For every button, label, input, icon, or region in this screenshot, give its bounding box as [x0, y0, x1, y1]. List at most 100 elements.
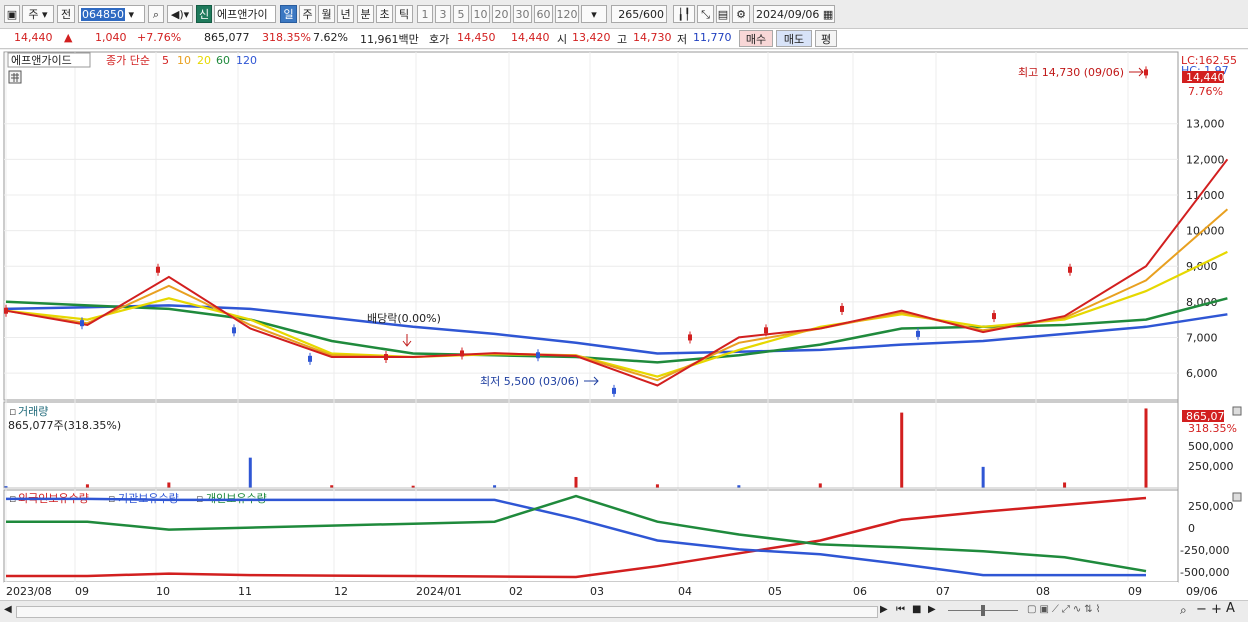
speaker-icon[interactable]: ◀)▾ — [167, 5, 193, 23]
volume-bar — [85, 484, 89, 488]
tab-month[interactable]: 월 — [318, 5, 335, 23]
count-max: /600 — [639, 8, 664, 21]
candle-body — [764, 327, 768, 334]
first-icon[interactable]: ⏮ — [896, 604, 905, 615]
candle-body — [536, 352, 540, 359]
ma-legend-5: 5 — [162, 54, 169, 67]
x-axis-label: 03 — [590, 585, 604, 598]
volume-bar — [900, 412, 904, 488]
gear-icon[interactable]: ⚙ — [732, 5, 750, 23]
interval-120[interactable]: 120 — [555, 5, 579, 23]
x-axis-label: 07 — [936, 585, 950, 598]
scroll-right-icon[interactable]: ▶ — [880, 604, 888, 615]
code-value: 064850 — [81, 8, 125, 21]
calendar-icon[interactable] — [8, 70, 22, 84]
change-pct: +7.76% — [137, 31, 182, 44]
interval-20[interactable]: 20 — [492, 5, 511, 23]
high-price: 14,730 — [633, 31, 672, 44]
individual-marker-icon: ▫ — [196, 492, 203, 505]
tab-year[interactable]: 년 — [337, 5, 354, 23]
tab-minute[interactable]: 분 — [357, 5, 374, 23]
tab-week[interactable]: 주 — [299, 5, 316, 23]
candle-body — [4, 307, 8, 314]
volume-panel — [3, 401, 1179, 489]
holding-axis-minus-500k: -500,000 — [1180, 566, 1229, 579]
eval-button[interactable]: 평 — [815, 30, 837, 47]
tab-second[interactable]: 초 — [376, 5, 393, 23]
ask-label: 호가 — [429, 33, 450, 46]
scroll-left-icon[interactable]: ◀ — [4, 604, 14, 618]
interval-30[interactable]: 30 — [513, 5, 532, 23]
volume-ratio: 318.35% — [262, 31, 311, 44]
count-field[interactable]: 265/600 — [611, 5, 667, 23]
x-axis-label: 04 — [678, 585, 692, 598]
candle-body — [156, 266, 160, 273]
stop-icon[interactable]: ■ — [912, 604, 921, 615]
candle-body — [840, 305, 844, 312]
candle-body — [232, 327, 236, 334]
text-size-icon[interactable]: A — [1226, 601, 1235, 616]
candle-body — [992, 313, 996, 320]
candle-body — [460, 350, 464, 357]
search-icon[interactable]: ⌕ — [148, 5, 164, 23]
volume-panel-close-icon[interactable] — [1232, 406, 1242, 416]
ma-legend-prefix: 종가 단순 — [106, 54, 150, 67]
candle-type-icon[interactable]: ╽╿ — [673, 5, 695, 23]
stock-name[interactable]: 에프앤가이 — [214, 5, 276, 23]
high-label: 고 — [617, 33, 628, 46]
play-icon[interactable]: ▶ — [928, 604, 936, 615]
buy-button[interactable]: 매수 — [739, 30, 773, 47]
low-label: 저 — [677, 33, 688, 46]
window-menu-icon[interactable]: ▣ — [4, 5, 20, 23]
zoom-in-icon[interactable]: + — [1211, 602, 1222, 617]
chart-canvas[interactable]: 에프앤가이드 종가 단순 5 10 20 60 120 LC:162.55 HC… — [0, 50, 1248, 600]
drawing-tools-icons[interactable]: ▢▣⟋⤢∿⇅⌇ — [1027, 604, 1104, 615]
interval-5[interactable]: 5 — [453, 5, 469, 23]
x-axis-label: 06 — [853, 585, 867, 598]
interval-3[interactable]: 3 — [435, 5, 451, 23]
price-axis-label: 9,000 — [1186, 260, 1218, 273]
current-price: 14,440 — [14, 31, 53, 44]
legend-individual: 개인보유수량 — [206, 492, 267, 505]
holding-panel — [3, 489, 1179, 583]
holding-panel-close-icon[interactable] — [1232, 492, 1242, 502]
stock-name-tag: 에프앤가이드 — [11, 54, 72, 67]
market-select[interactable]: 주 ▾ — [22, 5, 54, 23]
draw-tool-icon[interactable]: ⤡ — [697, 5, 714, 23]
code-input[interactable]: 064850 ▾ — [78, 5, 145, 23]
tab-day[interactable]: 일 — [280, 5, 297, 23]
interval-10[interactable]: 10 — [471, 5, 490, 23]
amount: 11,961백만 — [360, 33, 419, 46]
volume-title: 거래량 — [18, 405, 48, 418]
candle-body — [384, 354, 388, 361]
volume-bar — [167, 482, 171, 488]
candle-body — [612, 387, 616, 394]
volume-marker-icon: ▫ — [9, 405, 16, 418]
volume-value: 865,077 — [204, 31, 250, 44]
interval-custom-select[interactable]: ▾ — [581, 5, 607, 23]
chart-area[interactable]: 에프앤가이드 종가 단순 5 10 20 60 120 LC:162.55 HC… — [0, 50, 1248, 600]
x-axis-label: 12 — [334, 585, 348, 598]
ma-legend-60: 60 — [216, 54, 230, 67]
zoom-slider-handle[interactable] — [981, 605, 985, 616]
up-arrow-icon: ▲ — [64, 31, 73, 44]
x-axis-label: 05 — [768, 585, 782, 598]
date-field[interactable]: 2024/09/06 ▦ — [753, 5, 835, 23]
x-axis-label: 10 — [156, 585, 170, 598]
new-badge[interactable]: 신 — [196, 5, 212, 23]
dividend-annotation: 배당락(0.00%) — [367, 312, 441, 325]
interval-1[interactable]: 1 — [417, 5, 433, 23]
scroll-track[interactable] — [16, 606, 878, 618]
price-axis-label: 7,000 — [1186, 331, 1218, 344]
prev-button[interactable]: 전 — [57, 5, 75, 23]
zoom-out-icon[interactable]: − — [1196, 602, 1207, 617]
zoom-search-icon[interactable]: ⌕ — [1180, 603, 1187, 618]
price-axis-label: 13,000 — [1186, 118, 1225, 131]
tab-tick[interactable]: 틱 — [395, 5, 413, 23]
save-icon[interactable]: ▤ — [716, 5, 730, 23]
sell-button[interactable]: 매도 — [776, 30, 812, 47]
open-price: 13,420 — [572, 31, 611, 44]
bottom-control-bar: ◀ ▶ ⏮ ■ ▶ ▢▣⟋⤢∿⇅⌇ ⌕ − + A — [0, 600, 1248, 622]
interval-60[interactable]: 60 — [534, 5, 553, 23]
open-label: 시 — [557, 33, 568, 46]
